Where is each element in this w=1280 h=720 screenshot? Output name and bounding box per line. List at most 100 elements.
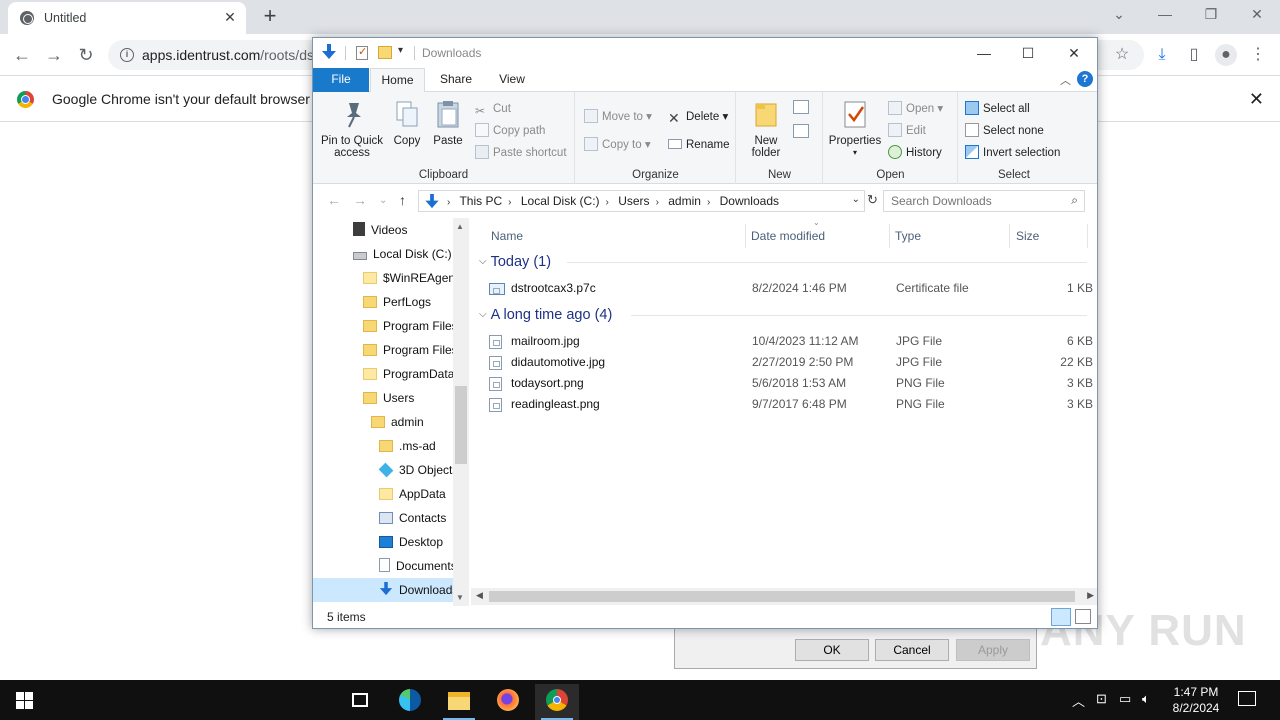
nav-item-appdata[interactable]: AppData xyxy=(379,482,446,506)
help-icon[interactable]: ? xyxy=(1077,71,1093,87)
tab-home[interactable]: Home xyxy=(370,68,425,93)
copy-button[interactable]: Copy xyxy=(389,96,425,147)
new-folder-quick-icon[interactable] xyxy=(378,46,392,59)
nav-item-desktop[interactable]: Desktop xyxy=(379,530,443,554)
scroll-up-icon[interactable]: ▲ xyxy=(456,222,464,231)
windows-start-icon[interactable] xyxy=(16,692,33,709)
browser-tab[interactable]: Untitled ✕ xyxy=(8,2,246,34)
breadcrumb-users[interactable]: Users xyxy=(618,194,649,208)
select-none-button[interactable]: Select none xyxy=(965,122,1044,140)
column-type[interactable]: Type xyxy=(895,224,921,248)
nav-item-ms-ad[interactable]: .ms-ad xyxy=(379,434,436,458)
nav-item-program-files-x86[interactable]: Program Files xyxy=(363,338,458,362)
paste-shortcut-button[interactable]: Paste shortcut xyxy=(475,144,567,162)
reload-button[interactable]: ↻ xyxy=(74,44,98,66)
up-folder-icon[interactable]: ↑ xyxy=(399,192,406,208)
nav-item-winreagent[interactable]: $WinREAgent xyxy=(363,266,458,290)
explorer-maximize-icon[interactable]: ☐ xyxy=(1013,42,1043,64)
group-header-long-ago[interactable]: ⌵ A long time ago (4) xyxy=(479,304,612,326)
group-header-today[interactable]: ⌵ Today (1) xyxy=(479,251,551,273)
explorer-close-icon[interactable]: ✕ xyxy=(1059,42,1089,64)
new-folder-button[interactable]: New folder xyxy=(741,96,791,159)
nav-item-perflogs[interactable]: PerfLogs xyxy=(363,290,431,314)
restore-icon[interactable]: ❐ xyxy=(1196,4,1226,24)
side-panel-icon[interactable]: ▯ xyxy=(1183,44,1205,66)
tab-search-icon[interactable]: ⌄ xyxy=(1104,4,1134,24)
column-date-modified[interactable]: Date modified xyxy=(751,224,825,248)
copy-path-button[interactable]: Copy path xyxy=(475,122,545,140)
back-button[interactable]: ← xyxy=(10,44,34,66)
customize-toolbar-icon[interactable]: ▾ xyxy=(398,45,403,56)
explorer-minimize-icon[interactable]: — xyxy=(969,42,999,64)
show-hidden-icons[interactable]: ︿ xyxy=(1072,691,1085,710)
nav-item-local-disk[interactable]: Local Disk (C:) xyxy=(353,242,452,266)
new-item-icon[interactable] xyxy=(793,100,809,114)
nav-item-admin[interactable]: admin xyxy=(371,410,424,434)
ok-button[interactable]: OK xyxy=(795,639,869,661)
group-collapse-icon[interactable]: ⌵ xyxy=(479,304,487,326)
file-row[interactable]: didautomotive.jpg 2/27/2019 2:50 PM JPG … xyxy=(487,352,1093,373)
breadcrumb-downloads[interactable]: Downloads xyxy=(720,194,779,208)
taskbar-firefox[interactable] xyxy=(486,684,530,720)
edit-button[interactable]: Edit xyxy=(888,122,926,140)
search-box[interactable]: ⌕ xyxy=(883,190,1085,212)
cancel-button[interactable]: Cancel xyxy=(875,639,949,661)
nav-item-programdata[interactable]: ProgramData xyxy=(363,362,454,386)
column-name[interactable]: Name xyxy=(491,224,523,248)
file-row[interactable]: dstrootcax3.p7c 8/2/2024 1:46 PM Certifi… xyxy=(487,278,1093,299)
collapse-ribbon-icon[interactable]: ︿ xyxy=(1060,72,1071,88)
forward-button[interactable]: → xyxy=(42,44,66,66)
details-view-icon[interactable] xyxy=(1051,608,1071,626)
breadcrumb-admin[interactable]: admin xyxy=(668,194,701,208)
group-collapse-icon[interactable]: ⌵ xyxy=(479,251,487,273)
nav-item-users[interactable]: Users xyxy=(363,386,414,410)
file-row[interactable]: mailroom.jpg 10/4/2023 11:12 AM JPG File… xyxy=(487,331,1093,352)
security-tray-icon[interactable]: ⊡ xyxy=(1096,691,1107,707)
scroll-right-icon[interactable]: ▶ xyxy=(1087,590,1094,601)
tab-close-icon[interactable]: ✕ xyxy=(222,9,238,25)
paste-button[interactable]: Paste xyxy=(429,96,467,147)
scroll-left-icon[interactable]: ◀ xyxy=(476,590,483,601)
volume-icon[interactable]: 🔈︎ xyxy=(1142,691,1150,707)
nav-item-3d-objects[interactable]: 3D Objects xyxy=(378,458,458,482)
file-pane-horizontal-scrollbar[interactable]: ◀ ▶ xyxy=(471,588,1097,605)
new-tab-button[interactable]: + xyxy=(260,5,280,27)
rename-button[interactable]: Rename xyxy=(668,136,729,154)
nav-pane-scrollbar[interactable]: ▲ ▼ xyxy=(453,218,469,606)
copy-to-button[interactable]: Copy to ▾ xyxy=(584,136,651,154)
cut-button[interactable]: ✂ Cut xyxy=(475,100,511,118)
bookmark-star-icon[interactable]: ☆ xyxy=(1111,44,1133,66)
profile-avatar-icon[interactable]: ● xyxy=(1215,44,1237,66)
file-row[interactable]: todaysort.png 5/6/2018 1:53 AM PNG File … xyxy=(487,373,1093,394)
task-view-button[interactable] xyxy=(338,684,382,720)
taskbar-edge[interactable] xyxy=(388,684,432,720)
download-arrow-icon[interactable] xyxy=(322,44,336,60)
breadcrumb-this-pc[interactable]: This PC xyxy=(459,194,502,208)
nav-scroll-thumb[interactable] xyxy=(455,386,467,464)
horizontal-scroll-thumb[interactable] xyxy=(489,591,1075,602)
nav-item-videos[interactable]: Videos xyxy=(353,218,407,242)
delete-button[interactable]: ✕ Delete ▾ xyxy=(668,108,728,126)
taskbar-file-explorer[interactable] xyxy=(437,684,481,720)
explorer-back-icon[interactable]: ← xyxy=(327,192,341,208)
refresh-icon[interactable]: ↻ xyxy=(867,192,878,208)
nav-item-contacts[interactable]: Contacts xyxy=(379,506,446,530)
close-window-icon[interactable]: ✕ xyxy=(1242,4,1272,24)
nav-item-documents[interactable]: Documents xyxy=(379,554,457,578)
tab-view[interactable]: View xyxy=(487,68,537,92)
pin-quick-access-button[interactable]: Pin to Quick access xyxy=(317,96,387,159)
recent-locations-icon[interactable]: ⌄ xyxy=(379,195,387,206)
taskbar-clock[interactable]: 1:47 PM 8/2/2024 xyxy=(1168,684,1224,716)
large-icons-view-icon[interactable] xyxy=(1075,609,1091,624)
properties-button[interactable]: Properties ▾ xyxy=(826,96,884,159)
select-all-button[interactable]: Select all xyxy=(965,100,1030,118)
search-input[interactable] xyxy=(884,191,1054,211)
taskbar-chrome[interactable] xyxy=(535,684,579,720)
address-dropdown-icon[interactable]: ⌄ xyxy=(852,194,860,205)
minimize-icon[interactable]: — xyxy=(1150,4,1180,24)
downloads-icon[interactable]: ⤓ xyxy=(1151,44,1173,66)
scroll-down-icon[interactable]: ▼ xyxy=(456,593,464,602)
explorer-forward-icon[interactable]: → xyxy=(353,192,367,208)
notification-center-icon[interactable] xyxy=(1238,691,1256,706)
breadcrumb-local-disk[interactable]: Local Disk (C:) xyxy=(521,194,600,208)
